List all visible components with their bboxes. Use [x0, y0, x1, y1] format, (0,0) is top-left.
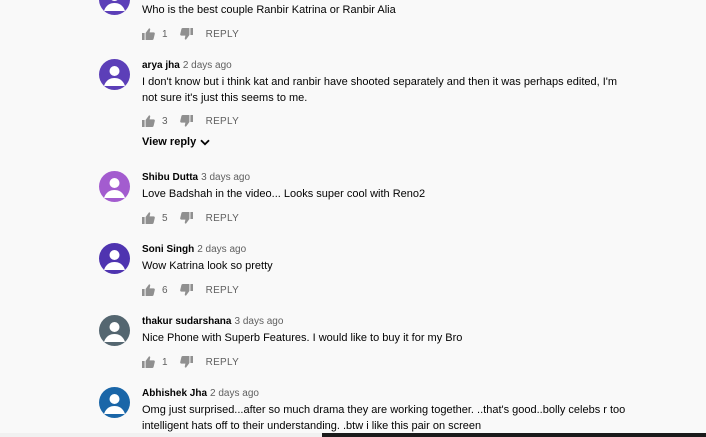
comment-text: Love Badshah in the video... Looks super…	[142, 188, 426, 200]
like-button[interactable]	[142, 212, 155, 224]
thumb-up-icon	[142, 356, 155, 368]
author-name[interactable]: arya jha	[142, 60, 180, 71]
thumb-down-icon	[179, 28, 193, 40]
author-name[interactable]: Soni Singh	[142, 244, 194, 255]
like-count: 6	[162, 284, 168, 296]
view-reply-button[interactable]: View reply	[142, 136, 210, 148]
like-count: 3	[162, 115, 168, 127]
comment-time[interactable]: 2 days ago	[183, 60, 232, 71]
comment-header: Shibu Dutta 3 days ago	[142, 172, 250, 183]
chevron-down-icon	[200, 139, 210, 145]
comment-actions: 1 REPLY	[142, 27, 239, 41]
dislike-button[interactable]	[179, 284, 193, 296]
comment-header: Abhishek Jha 2 days ago	[142, 388, 259, 399]
comment-actions: 3 REPLY	[142, 114, 239, 128]
comment-actions: 1 REPLY	[142, 355, 239, 369]
avatar[interactable]	[99, 0, 130, 15]
comment-actions: 5 REPLY	[142, 211, 239, 225]
comment-text: Omg just surprised...after so much drama…	[142, 404, 626, 432]
like-button[interactable]	[142, 356, 155, 368]
user-silhouette-icon	[104, 394, 125, 414]
avatar[interactable]	[99, 387, 130, 418]
scrollbar-thumb[interactable]	[322, 433, 706, 437]
like-button[interactable]	[142, 28, 155, 40]
comment-text: Wow Katrina look so pretty	[142, 260, 273, 272]
reply-button[interactable]: REPLY	[206, 357, 240, 368]
thumb-down-icon	[179, 115, 193, 127]
reply-button[interactable]: REPLY	[206, 213, 240, 224]
thumb-down-icon	[179, 212, 193, 224]
comment-time[interactable]: 2 days ago	[197, 244, 246, 255]
user-silhouette-icon	[104, 178, 125, 198]
dislike-button[interactable]	[179, 115, 193, 127]
user-silhouette-icon	[104, 322, 125, 342]
comment-time[interactable]: 2 days ago	[210, 388, 259, 399]
thumb-up-icon	[142, 115, 155, 127]
like-count: 5	[162, 212, 168, 224]
author-name[interactable]: Shibu Dutta	[142, 172, 198, 183]
user-silhouette-icon	[104, 66, 125, 86]
avatar[interactable]	[99, 59, 130, 90]
reply-button[interactable]: REPLY	[206, 116, 240, 127]
comment-header: Soni Singh 2 days ago	[142, 244, 246, 255]
thumb-down-icon	[179, 284, 193, 296]
reply-button[interactable]: REPLY	[206, 285, 240, 296]
comment-time[interactable]: 3 days ago	[234, 316, 283, 327]
like-count: 1	[162, 356, 168, 368]
comment-text: Nice Phone with Superb Features. I would…	[142, 332, 463, 344]
user-silhouette-icon	[104, 250, 125, 270]
author-name[interactable]: Abhishek Jha	[142, 388, 207, 399]
user-silhouette-icon	[104, 0, 125, 11]
thumb-up-icon	[142, 28, 155, 40]
thumb-up-icon	[142, 284, 155, 296]
reply-button[interactable]: REPLY	[206, 29, 240, 40]
thumb-down-icon	[179, 356, 193, 368]
comment-text: I don't know but i think kat and ranbir …	[142, 76, 618, 104]
horizontal-scrollbar[interactable]	[0, 433, 706, 437]
comment-time[interactable]: 3 days ago	[201, 172, 250, 183]
thumb-up-icon	[142, 212, 155, 224]
like-button[interactable]	[142, 115, 155, 127]
like-count: 1	[162, 28, 168, 40]
avatar[interactable]	[99, 315, 130, 346]
comment-header: thakur sudarshana 3 days ago	[142, 316, 283, 327]
dislike-button[interactable]	[179, 356, 193, 368]
view-reply-label: View reply	[142, 136, 197, 148]
author-name[interactable]: thakur sudarshana	[142, 316, 231, 327]
avatar[interactable]	[99, 171, 130, 202]
like-button[interactable]	[142, 284, 155, 296]
comment-text: Who is the best couple Ranbir Katrina or…	[142, 4, 396, 16]
avatar[interactable]	[99, 243, 130, 274]
comment-header: arya jha 2 days ago	[142, 60, 232, 71]
dislike-button[interactable]	[179, 28, 193, 40]
dislike-button[interactable]	[179, 212, 193, 224]
comment-actions: 6 REPLY	[142, 283, 239, 297]
